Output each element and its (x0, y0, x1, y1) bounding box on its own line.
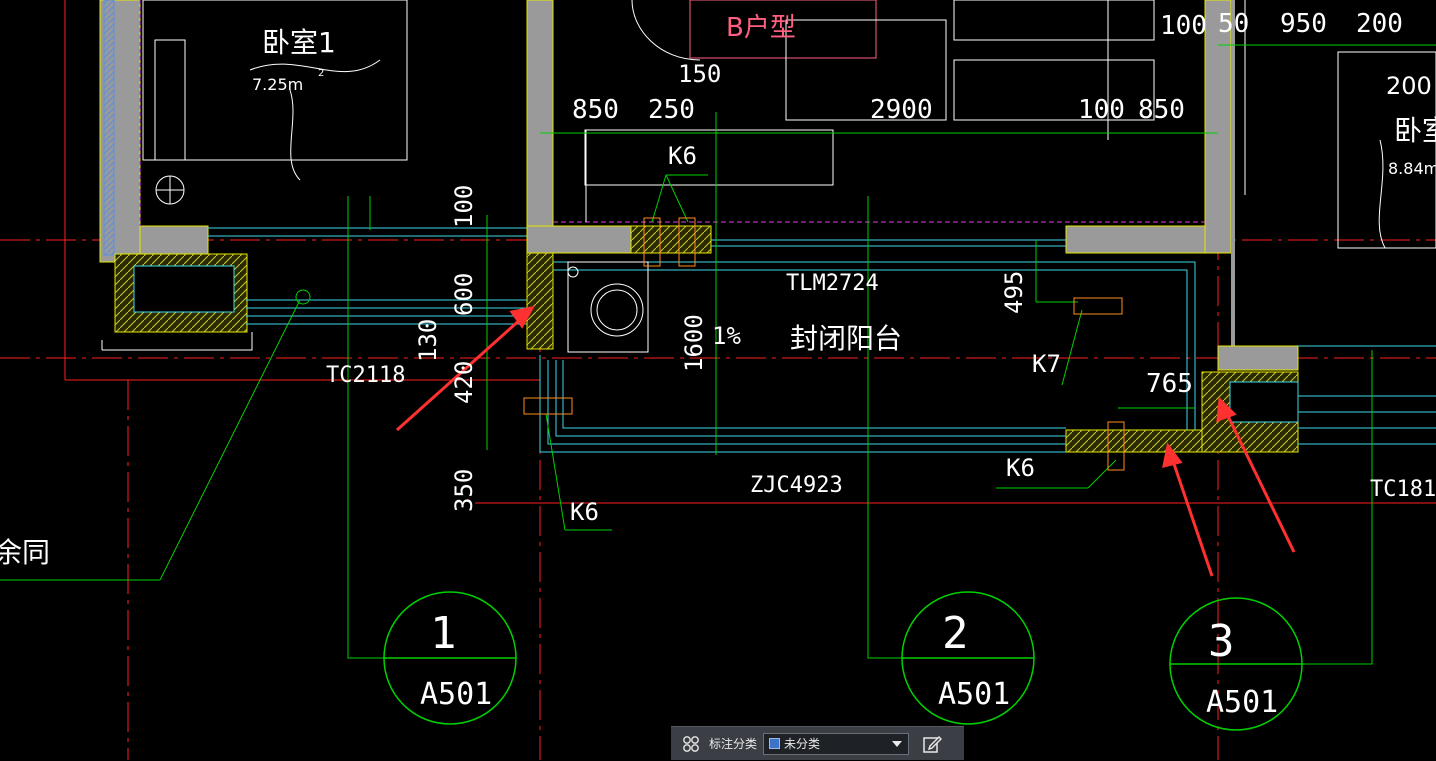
label-tc2118: TC2118 (326, 363, 405, 388)
category-label: 标注分类 (709, 737, 758, 751)
bedroom-left-label: 卧室1 (262, 26, 336, 59)
section-3-sheet: A501 (1206, 685, 1278, 720)
bedroom-right-size: 200 (1386, 72, 1432, 100)
dim-100-a: 100 (1078, 95, 1125, 125)
label-tlm2724: TLM2724 (786, 271, 879, 296)
category-select-value: 未分类 (784, 737, 821, 751)
dim-v130: 130 (414, 319, 442, 362)
dim-v1600: 1600 (680, 314, 708, 372)
annotation-category-toolbar: 标注分类 未分类 (671, 726, 964, 760)
dim-v350: 350 (450, 469, 478, 512)
category-color-swatch (769, 738, 781, 749)
bedroom-left-area-sup: 2 (318, 68, 324, 79)
dim-2900: 2900 (870, 95, 933, 125)
left-bedroom-walls (99, 0, 408, 333)
dim-850-a: 850 (572, 95, 619, 125)
label-k6-top: K6 (668, 142, 697, 170)
dim-v600: 600 (450, 273, 478, 316)
section-3-number: 3 (1208, 616, 1235, 667)
section-2-number: 2 (942, 608, 969, 659)
section-2-sheet: A501 (938, 677, 1010, 712)
window-tc2118 (207, 227, 527, 325)
dim-850-b: 850 (1138, 95, 1185, 125)
bedroom-left-area: 7.25m (252, 75, 303, 94)
washing-machine (567, 261, 649, 353)
partial-note: 余同 (0, 536, 50, 569)
section-1-sheet: A501 (420, 677, 492, 712)
category-select[interactable]: 未分类 (763, 732, 910, 755)
label-k6-left: K6 (570, 498, 599, 526)
chevron-down-icon[interactable] (890, 740, 904, 747)
edit-icon[interactable] (919, 731, 945, 757)
cad-drawing-canvas[interactable]: 卧室1 7.25m 2 B户型 封闭阳台 200 卧室 8.84m 余同 150… (0, 0, 1436, 760)
label-k6-right: K6 (1006, 454, 1035, 482)
dim-950: 950 (1280, 9, 1327, 39)
unit-type-label: B户型 (726, 13, 796, 43)
dim-150: 150 (678, 60, 721, 88)
label-k7: K7 (1032, 350, 1061, 378)
dim-200: 200 (1356, 9, 1403, 39)
label-tc1818: TC1818 (1370, 477, 1436, 502)
bedroom-right-area: 8.84m (1388, 159, 1436, 178)
section-1-number: 1 (430, 608, 457, 659)
bedroom-right-label: 卧室 (1394, 114, 1436, 147)
dim-v495: 495 (1000, 271, 1028, 314)
label-zjc4923: ZJC4923 (750, 473, 843, 498)
dim-v100: 100 (450, 185, 478, 228)
slope-label: 1% (712, 322, 741, 350)
dim-50: 50 (1218, 9, 1249, 39)
grid-icon[interactable] (677, 727, 705, 761)
dim-765: 765 (1146, 369, 1193, 399)
dim-v420: 420 (450, 361, 478, 404)
dim-250: 250 (648, 95, 695, 125)
balcony-label: 封闭阳台 (790, 322, 902, 355)
dim-100-top: 100 (1160, 11, 1207, 41)
balcony-boundary (539, 239, 1436, 453)
